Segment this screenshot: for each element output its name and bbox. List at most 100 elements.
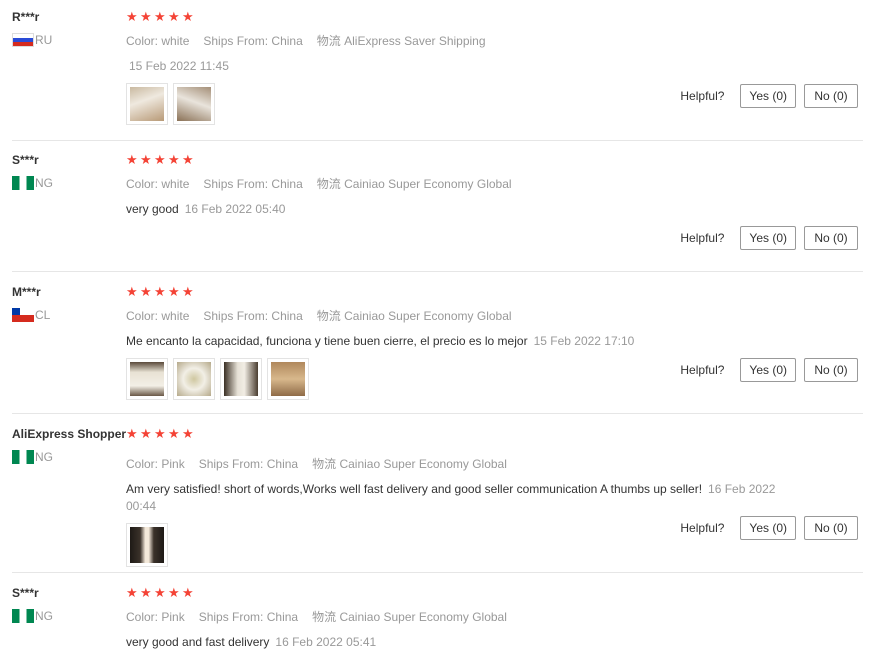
- review-photo-thumbnail[interactable]: [126, 523, 168, 567]
- ships-from-label: Ships From:: [198, 457, 264, 471]
- helpful-yes-button[interactable]: Yes (0): [740, 358, 796, 382]
- star-icon: ★: [168, 9, 180, 24]
- review-text: 15 Feb 2022 11:45: [126, 58, 776, 75]
- review-body: Me encanto la capacidad, funciona y tien…: [126, 334, 528, 348]
- helpful-no-button[interactable]: No (0): [804, 84, 858, 108]
- star-icon: ★: [168, 152, 180, 167]
- logistics-value: AliExpress Saver Shipping: [344, 34, 486, 48]
- nigeria-flag-icon: [12, 450, 34, 464]
- reviewer-info: M***r CL: [12, 285, 122, 322]
- ships-from-label: Ships From:: [203, 34, 269, 48]
- review-item: S***r NG ★ ★ ★ ★ ★ Color: white Ships From: C…: [12, 153, 863, 272]
- logistics-label: 物流: [312, 610, 337, 624]
- helpful-no-button[interactable]: No (0): [804, 516, 858, 540]
- logistics-label: 物流: [316, 177, 341, 191]
- logistics-value: Cainiao Super Economy Global: [344, 177, 512, 191]
- color-label: Color:: [126, 610, 159, 624]
- ships-from-value: China: [271, 309, 303, 323]
- star-icon: ★: [182, 585, 194, 600]
- helpful-label: Helpful?: [680, 89, 725, 103]
- review-text: very good 16 Feb 2022 05:40: [126, 201, 776, 218]
- review-item: M***r CL ★ ★ ★ ★ ★ Color: white Ships From: C…: [12, 285, 863, 414]
- color-value: white: [161, 177, 190, 191]
- chile-flag-icon: [12, 308, 34, 322]
- reviewer-name: S***r: [12, 153, 39, 167]
- review-text: very good and fast delivery 16 Feb 2022 0…: [126, 634, 776, 651]
- star-rating: ★ ★ ★ ★ ★: [126, 10, 863, 24]
- reviewer-info: AliExpress Shopper NG: [12, 427, 127, 464]
- star-icon: ★: [140, 585, 152, 600]
- color-value: white: [161, 34, 190, 48]
- reviewer-name: AliExpress Shopper: [12, 427, 127, 441]
- reviewer-country: RU: [12, 33, 122, 47]
- review-item: S***r NG ★ ★ ★ ★ ★ Color: Pink Ships From: Ch…: [12, 586, 863, 658]
- reviewer-country: NG: [12, 176, 122, 190]
- nigeria-flag-icon: [12, 176, 34, 190]
- review-body: Am very satisfied! short of words,Works …: [126, 482, 703, 496]
- helpful-vote: Helpful? Yes (0) No (0): [680, 84, 858, 108]
- reviewer-country: NG: [12, 450, 122, 464]
- star-icon: ★: [182, 284, 194, 299]
- review-photo-thumbnail[interactable]: [126, 83, 168, 125]
- star-icon: ★: [140, 152, 152, 167]
- review-date: 15 Feb 2022 11:45: [129, 59, 229, 73]
- reviewer-country: CL: [12, 308, 122, 322]
- russia-flag-icon: [12, 33, 34, 47]
- ships-from-label: Ships From:: [203, 309, 269, 323]
- review-attributes: Color: Pink Ships From: China 物流 Cainiao S…: [126, 455, 863, 472]
- logistics-label: 物流: [316, 309, 341, 323]
- country-code: CL: [35, 308, 51, 322]
- review-body: very good: [126, 202, 179, 216]
- star-icon: ★: [154, 152, 166, 167]
- nigeria-flag-icon: [12, 609, 34, 623]
- helpful-yes-button[interactable]: Yes (0): [740, 516, 796, 540]
- ships-from-label: Ships From:: [203, 177, 269, 191]
- review-item: AliExpress Shopper NG ★ ★ ★ ★ ★ Color: Pink S…: [12, 427, 863, 573]
- ships-from-value: China: [271, 34, 303, 48]
- helpful-no-button[interactable]: No (0): [804, 358, 858, 382]
- review-attributes: Color: white Ships From: China 物流 Cainiao …: [126, 175, 863, 192]
- review-photo-thumbnail[interactable]: [173, 83, 215, 125]
- logistics-value: Cainiao Super Economy Global: [344, 309, 512, 323]
- helpful-yes-button[interactable]: Yes (0): [740, 226, 796, 250]
- review-text: Am very satisfied! short of words,Works …: [126, 481, 776, 515]
- review-photo-thumbnail[interactable]: [126, 358, 168, 400]
- review-date: 16 Feb 2022 05:40: [184, 202, 286, 216]
- review-photo-thumbnail[interactable]: [267, 358, 309, 400]
- review-feedback: ★ ★ ★ ★ ★ Color: white Ships From: China 物流 Ca…: [126, 153, 863, 218]
- reviewer-name: R***r: [12, 10, 40, 24]
- ships-from-value: China: [266, 610, 299, 624]
- review-photo-thumbnail[interactable]: [220, 358, 262, 400]
- ships-from-label: Ships From:: [198, 610, 264, 624]
- country-code: NG: [35, 176, 53, 190]
- star-icon: ★: [126, 284, 138, 299]
- star-icon: ★: [182, 152, 194, 167]
- helpful-yes-button[interactable]: Yes (0): [740, 84, 796, 108]
- helpful-label: Helpful?: [680, 363, 725, 377]
- helpful-no-button[interactable]: No (0): [804, 226, 858, 250]
- helpful-label: Helpful?: [680, 231, 725, 245]
- helpful-vote: Helpful? Yes (0) No (0): [680, 516, 858, 540]
- logistics-value: Cainiao Super Economy Global: [339, 457, 507, 471]
- review-feedback: Color: Pink Ships From: China 物流 Cainiao S…: [126, 433, 863, 567]
- reviewer-info: S***r NG: [12, 586, 122, 623]
- country-code: NG: [35, 450, 53, 464]
- country-code: NG: [35, 609, 53, 623]
- star-icon: ★: [182, 9, 194, 24]
- review-text: Me encanto la capacidad, funciona y tien…: [126, 333, 866, 350]
- review-attributes: Color: white Ships From: China 物流 AliExpre…: [126, 32, 863, 49]
- review-feedback: ★ ★ ★ ★ ★ Color: Pink Ships From: China 物流 Cai…: [126, 586, 863, 651]
- star-icon: ★: [168, 585, 180, 600]
- helpful-vote: Helpful? Yes (0) No (0): [680, 226, 858, 250]
- star-icon: ★: [154, 585, 166, 600]
- star-icon: ★: [140, 284, 152, 299]
- star-icon: ★: [126, 152, 138, 167]
- review-body: very good and fast delivery: [126, 635, 270, 649]
- ships-from-value: China: [266, 457, 299, 471]
- review-attributes: Color: Pink Ships From: China 物流 Cainiao S…: [126, 608, 863, 625]
- star-icon: ★: [140, 9, 152, 24]
- ships-from-value: China: [271, 177, 303, 191]
- review-photo-thumbnail[interactable]: [173, 358, 215, 400]
- star-icon: ★: [168, 284, 180, 299]
- logistics-value: Cainiao Super Economy Global: [339, 610, 507, 624]
